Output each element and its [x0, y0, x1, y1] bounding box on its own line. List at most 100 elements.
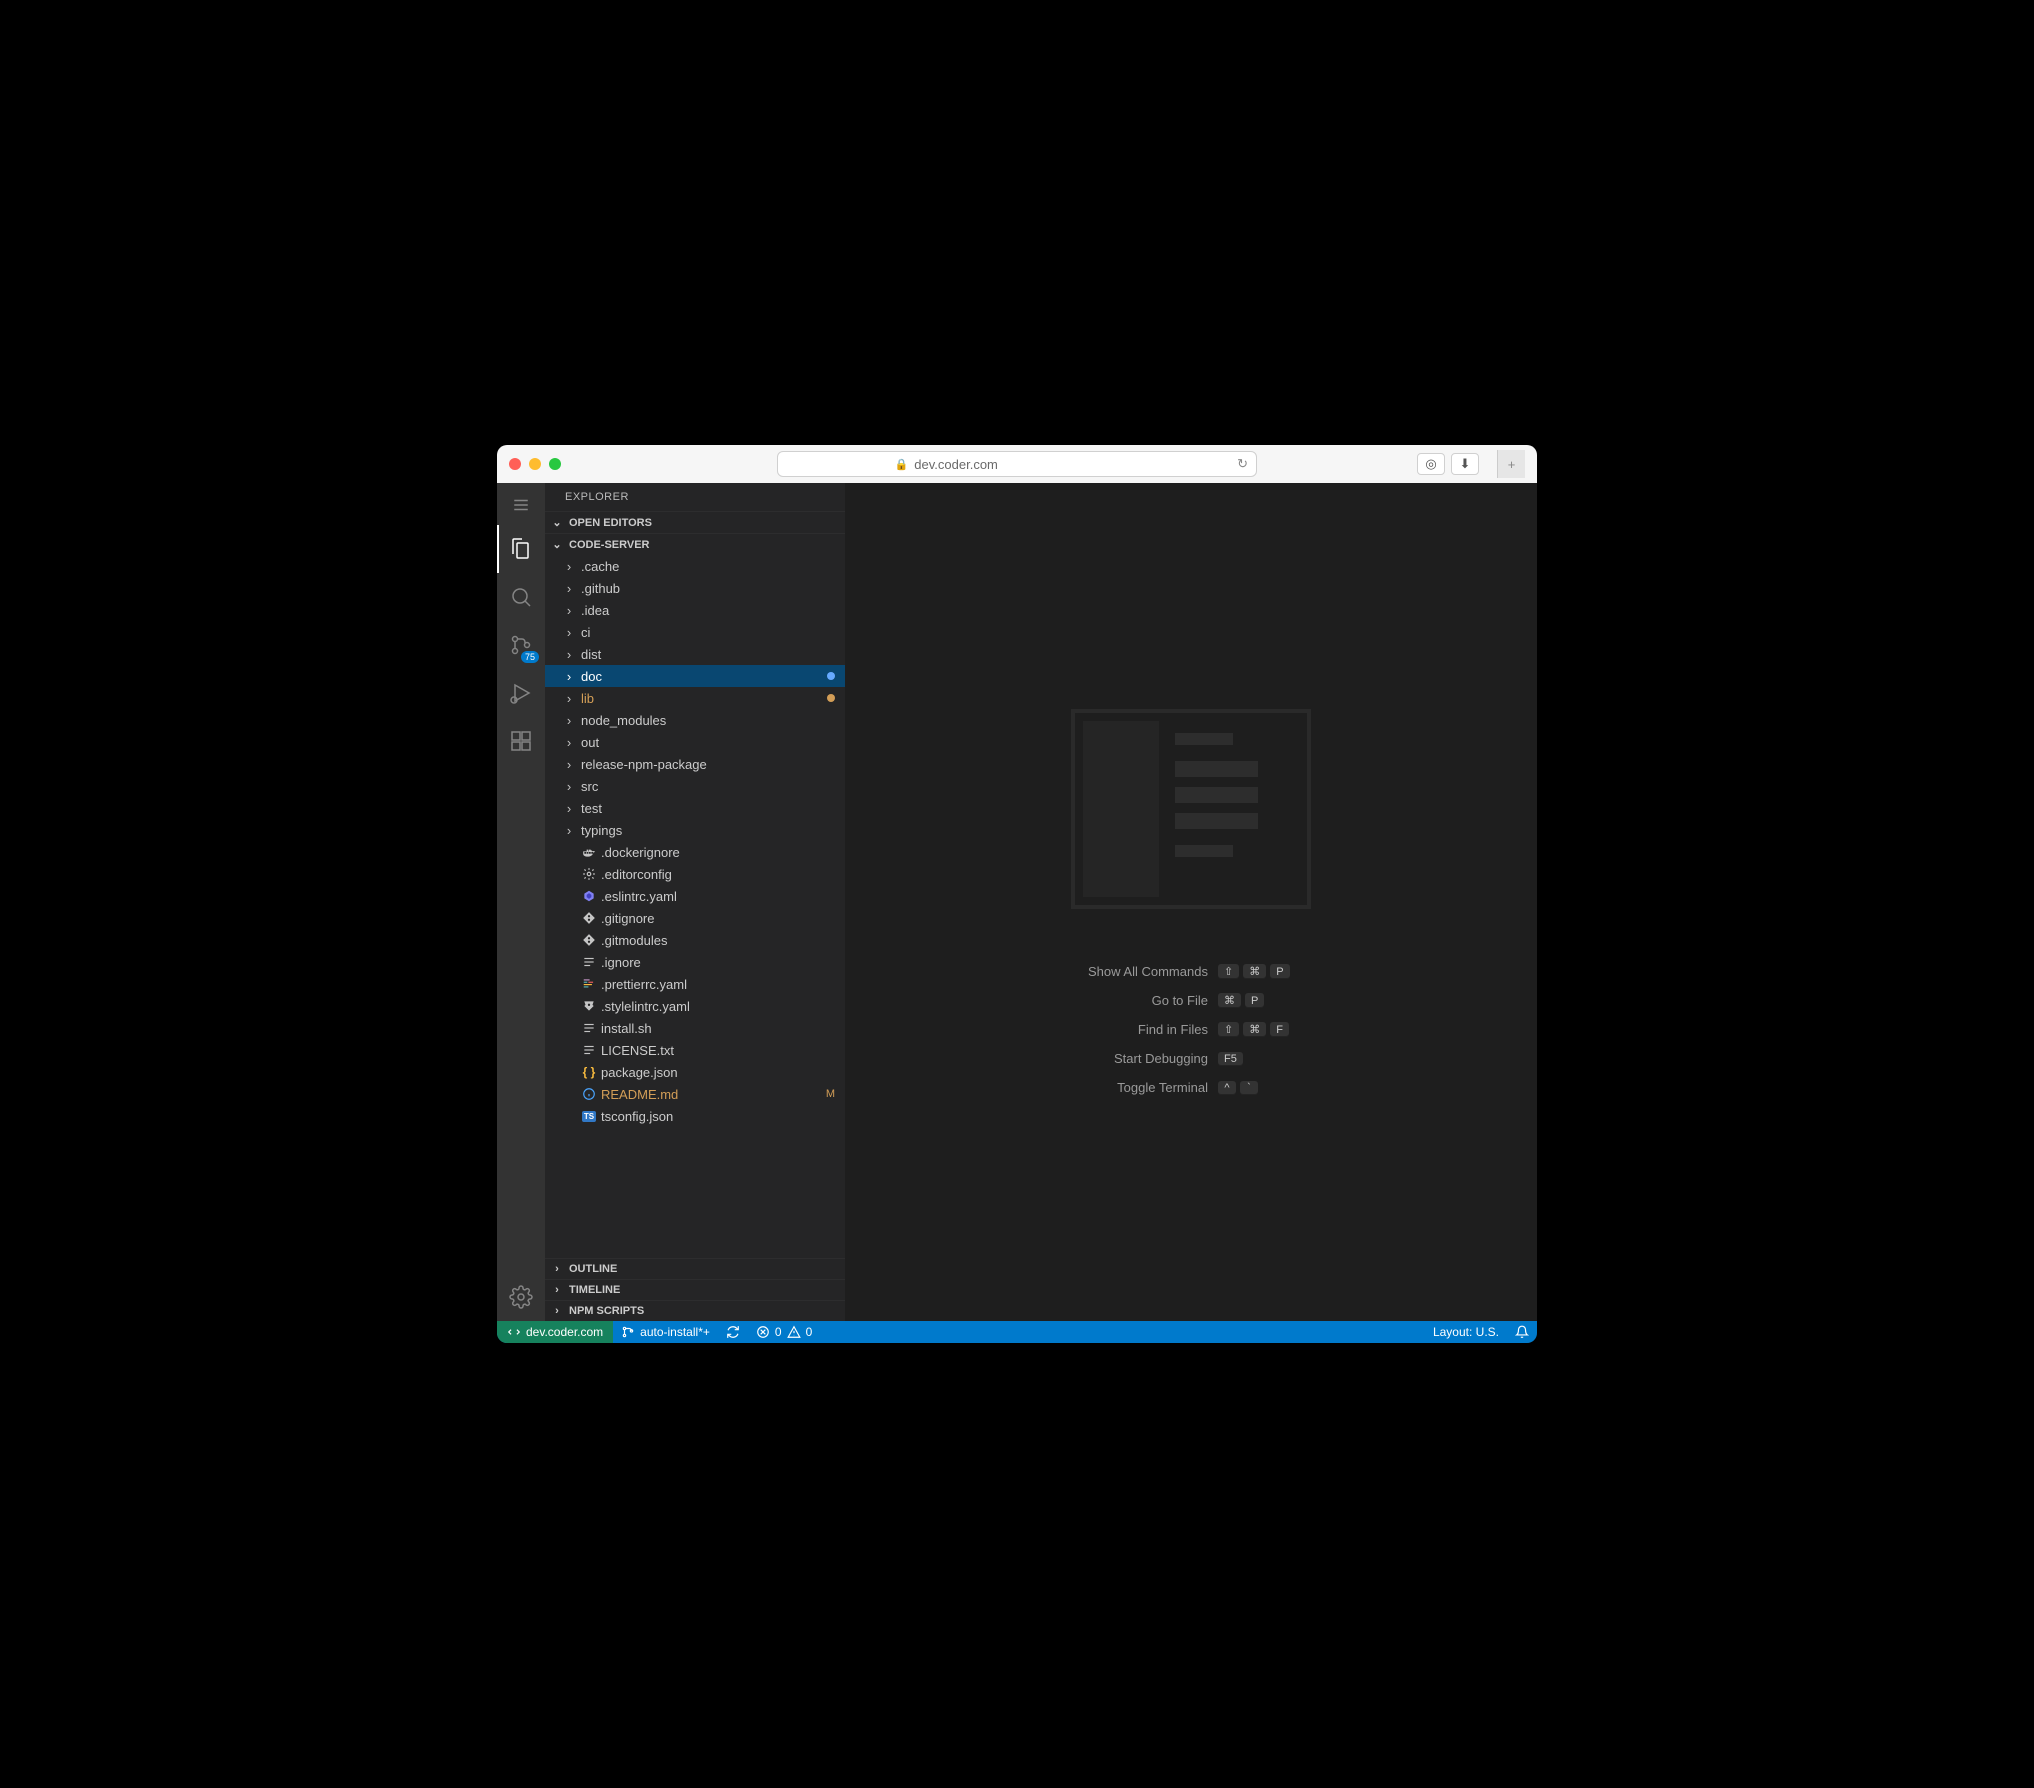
statusbar-sync[interactable] — [718, 1321, 748, 1343]
hamburger-menu-icon[interactable] — [497, 491, 545, 519]
tree-item-label: doc — [581, 669, 823, 684]
tree-item--idea[interactable]: ›.idea — [545, 599, 845, 621]
section-workspace[interactable]: ⌄ CODE-SERVER — [545, 533, 845, 555]
activity-debug[interactable] — [497, 669, 545, 717]
tree-item-out[interactable]: ›out — [545, 731, 845, 753]
shield-button[interactable]: ◎ — [1417, 453, 1445, 475]
tree-item--dockerignore[interactable]: .dockerignore — [545, 841, 845, 863]
tree-item--editorconfig[interactable]: .editorconfig — [545, 863, 845, 885]
reload-icon[interactable]: ↻ — [1237, 456, 1256, 472]
text-icon — [581, 955, 597, 969]
tree-item-lib[interactable]: ›lib — [545, 687, 845, 709]
shortcut-label: Find in Files — [1138, 1022, 1208, 1037]
statusbar-remote-label: dev.coder.com — [526, 1325, 603, 1339]
maximize-window-button[interactable] — [549, 458, 561, 470]
shortcut-label: Go to File — [1152, 993, 1208, 1008]
tree-item-label: package.json — [601, 1065, 845, 1080]
stylelint-icon — [581, 999, 597, 1013]
activity-search[interactable] — [497, 573, 545, 621]
sidebar-title: EXPLORER — [545, 483, 845, 511]
tree-item-license-txt[interactable]: LICENSE.txt — [545, 1039, 845, 1061]
keycap: ⌘ — [1243, 964, 1266, 979]
tree-item--github[interactable]: ›.github — [545, 577, 845, 599]
json-icon: { } — [581, 1065, 597, 1079]
tree-item--gitignore[interactable]: .gitignore — [545, 907, 845, 929]
tree-item-dist[interactable]: ›dist — [545, 643, 845, 665]
activity-explorer[interactable] — [497, 525, 545, 573]
tree-item-tsconfig-json[interactable]: TStsconfig.json — [545, 1105, 845, 1127]
tree-item-label: node_modules — [581, 713, 845, 728]
activity-bar: 75 — [497, 483, 545, 1321]
tree-item-readme-md[interactable]: README.mdM — [545, 1083, 845, 1105]
tree-item--ignore[interactable]: .ignore — [545, 951, 845, 973]
tree-item--gitmodules[interactable]: .gitmodules — [545, 929, 845, 951]
downloads-button[interactable]: ⬇ — [1451, 453, 1479, 475]
statusbar-branch[interactable]: auto-install*+ — [613, 1321, 718, 1343]
text-icon — [581, 1043, 597, 1057]
tree-item--cache[interactable]: ›.cache — [545, 555, 845, 577]
statusbar-remote[interactable]: dev.coder.com — [497, 1321, 613, 1343]
tree-item-label: install.sh — [601, 1021, 845, 1036]
text-icon — [581, 1021, 597, 1035]
section-outline[interactable]: › OUTLINE — [545, 1258, 845, 1279]
tree-item-package-json[interactable]: { } package.json — [545, 1061, 845, 1083]
gear-icon — [581, 867, 597, 881]
tree-item-label: release-npm-package — [581, 757, 845, 772]
tree-item--eslintrc-yaml[interactable]: .eslintrc.yaml — [545, 885, 845, 907]
scm-badge: 75 — [521, 651, 539, 663]
tree-item-install-sh[interactable]: install.sh — [545, 1017, 845, 1039]
address-bar[interactable]: 🔒 dev.coder.com ↻ — [777, 451, 1257, 477]
tree-item-release-npm-package[interactable]: › release-npm-package — [545, 753, 845, 775]
tree-item-label: .prettierrc.yaml — [601, 977, 845, 992]
tree-item-node-modules[interactable]: ›node_modules — [545, 709, 845, 731]
tree-item-ci[interactable]: ›ci — [545, 621, 845, 643]
status-dot — [827, 694, 835, 702]
shortcut-label: Start Debugging — [1114, 1051, 1208, 1066]
file-tree: ›.cache›.github›.idea›ci›dist›doc›lib›no… — [545, 555, 845, 1258]
section-label: NPM SCRIPTS — [569, 1305, 644, 1317]
status-dot — [827, 672, 835, 680]
git-icon — [581, 933, 597, 947]
tree-item--prettierrc-yaml[interactable]: .prettierrc.yaml — [545, 973, 845, 995]
tree-item-label: src — [581, 779, 845, 794]
new-tab-button[interactable]: + — [1497, 450, 1525, 478]
tree-item-test[interactable]: ›test — [545, 797, 845, 819]
statusbar-warnings-count: 0 — [806, 1325, 813, 1339]
info-icon — [581, 1087, 597, 1101]
tree-item-label: .editorconfig — [601, 867, 845, 882]
tree-item-typings[interactable]: › typings — [545, 819, 845, 841]
app-main: 75 EXPLORER ⌄ OPEN EDITORS ⌄ CODE-SERVER — [497, 483, 1537, 1321]
tree-item-label: .idea — [581, 603, 845, 618]
keycap: F5 — [1218, 1052, 1243, 1066]
chevron-right-icon: › — [561, 757, 577, 772]
tree-item-label: typings — [581, 823, 845, 838]
keycap: ⇧ — [1218, 964, 1239, 979]
tree-item-label: test — [581, 801, 845, 816]
statusbar-problems[interactable]: 0 0 — [748, 1321, 820, 1343]
minimize-window-button[interactable] — [529, 458, 541, 470]
chevron-right-icon: › — [561, 669, 577, 684]
welcome-watermark — [1071, 709, 1311, 909]
activity-settings[interactable] — [497, 1273, 545, 1321]
tree-item-doc[interactable]: › doc — [545, 665, 845, 687]
activity-extensions[interactable] — [497, 717, 545, 765]
close-window-button[interactable] — [509, 458, 521, 470]
browser-titlebar: 🔒 dev.coder.com ↻ ◎ ⬇ + — [497, 445, 1537, 483]
tree-item-label: dist — [581, 647, 845, 662]
chevron-right-icon: › — [549, 1305, 565, 1317]
status-bar: dev.coder.com auto-install*+ 0 0 Layout:… — [497, 1321, 1537, 1343]
git-icon — [581, 911, 597, 925]
section-npm-scripts[interactable]: › NPM SCRIPTS — [545, 1300, 845, 1321]
section-open-editors[interactable]: ⌄ OPEN EDITORS — [545, 511, 845, 533]
chevron-right-icon: › — [561, 823, 577, 838]
shortcut-row: Show All Commands⇧⌘P — [1088, 964, 1294, 979]
statusbar-notifications[interactable] — [1507, 1321, 1537, 1343]
section-timeline[interactable]: › TIMELINE — [545, 1279, 845, 1300]
tree-item--stylelintrc-yaml[interactable]: .stylelintrc.yaml — [545, 995, 845, 1017]
activity-source-control[interactable]: 75 — [497, 621, 545, 669]
shortcut-label: Toggle Terminal — [1117, 1080, 1208, 1095]
tree-item-label: .gitmodules — [601, 933, 845, 948]
statusbar-layout[interactable]: Layout: U.S. — [1425, 1321, 1507, 1343]
tree-item-src[interactable]: ›src — [545, 775, 845, 797]
chevron-right-icon: › — [561, 581, 577, 596]
